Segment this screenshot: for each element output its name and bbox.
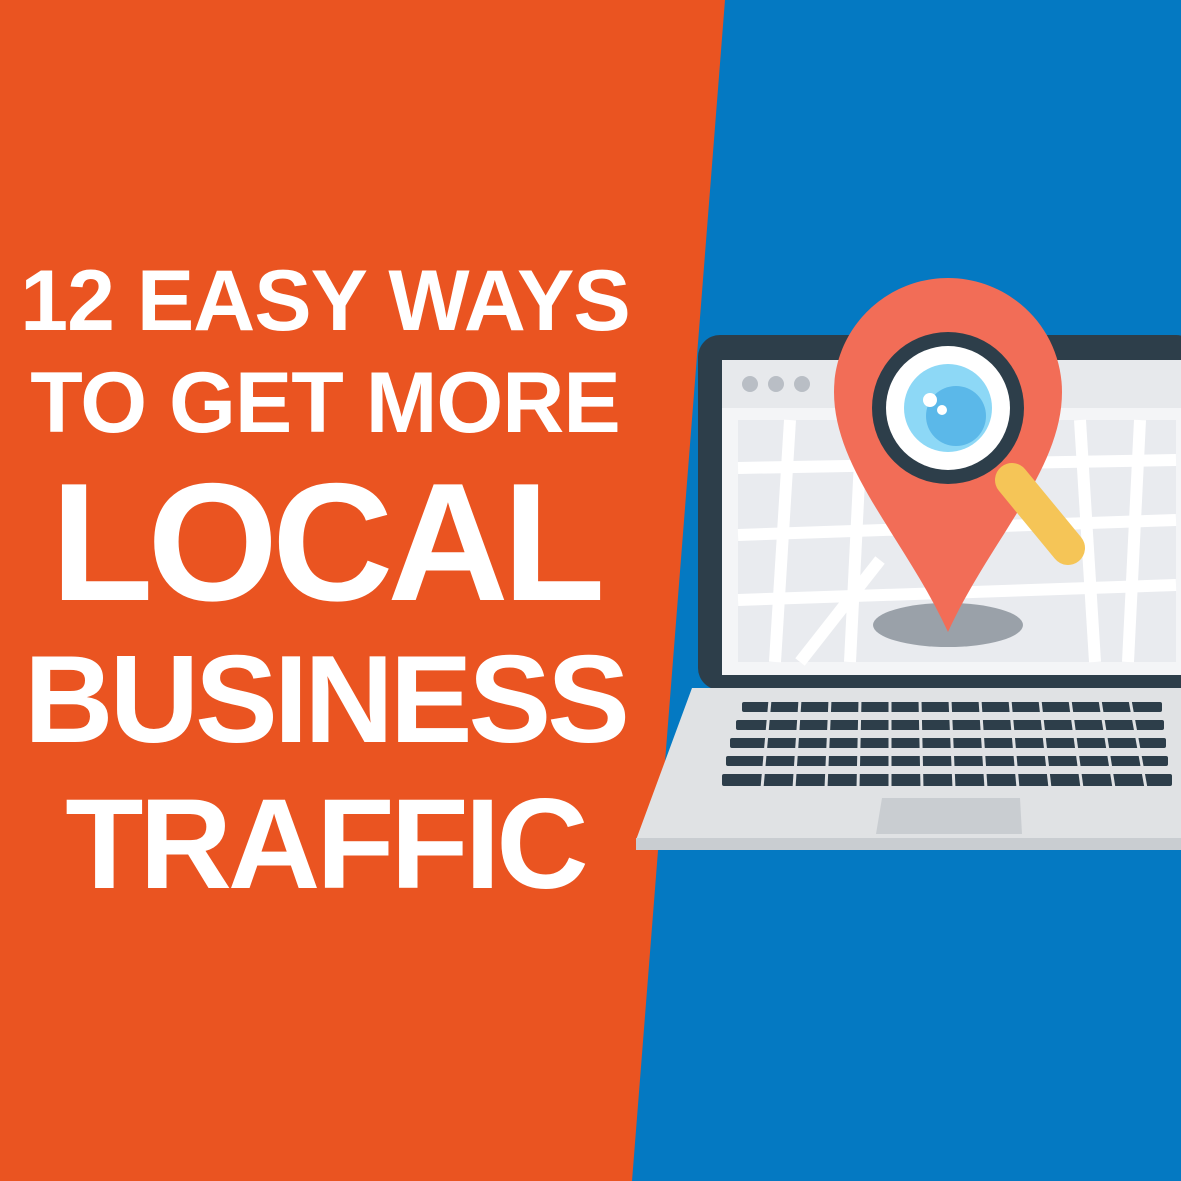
window-dot-icon [794, 376, 810, 392]
headline-line-5: TRAFFIC [65, 773, 588, 916]
laptop-edge [636, 838, 1181, 850]
headline-line-3: LOCAL [50, 448, 606, 636]
headline-line-2: TO GET MORE [30, 355, 620, 451]
headline-line-4: BUSINESS [24, 631, 630, 769]
window-dot-icon [742, 376, 758, 392]
window-dot-icon [768, 376, 784, 392]
lens-glint [923, 393, 937, 407]
laptop-map-icon [636, 278, 1181, 850]
headline-line-1: 12 EASY WAYS [20, 253, 630, 349]
lens-glint [937, 405, 947, 415]
magnifier-lens-inner [926, 386, 986, 446]
headline: 12 EASY WAYS TO GET MORE LOCAL BUSINESS … [0, 250, 650, 920]
trackpad [876, 798, 1022, 834]
